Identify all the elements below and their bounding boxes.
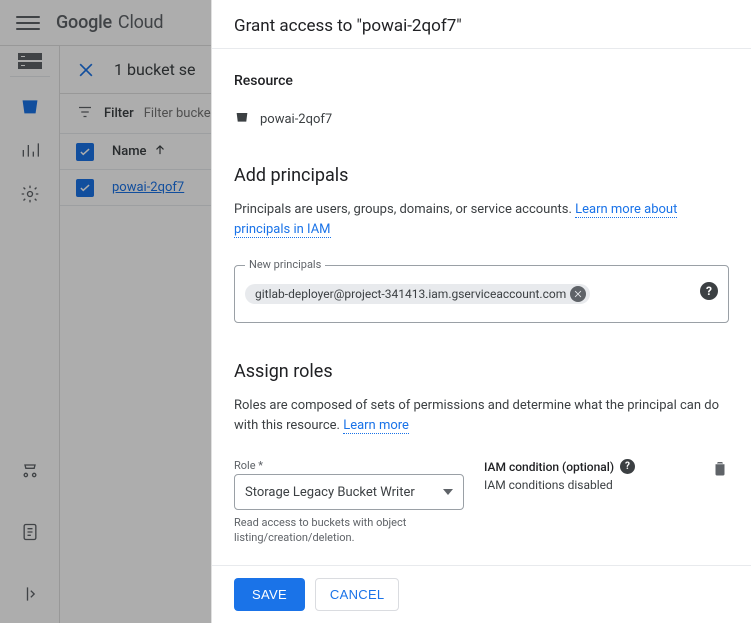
new-principals-label: New principals — [245, 258, 325, 271]
principal-chip: gitlab-deployer@project-341413.iam.gserv… — [245, 284, 590, 304]
chevron-down-icon — [443, 487, 453, 497]
assign-roles-heading: Assign roles — [234, 361, 729, 382]
add-principals-desc: Principals are users, groups, domains, o… — [234, 200, 729, 239]
condition-value: IAM conditions disabled — [484, 478, 691, 492]
grant-access-panel: Grant access to "powai-2qof7" Resource p… — [211, 0, 751, 623]
remove-chip-icon[interactable] — [570, 286, 586, 302]
learn-more-roles-link[interactable]: Learn more — [343, 418, 409, 434]
panel-title: Grant access to "powai-2qof7" — [212, 0, 751, 49]
role-select-value: Storage Legacy Bucket Writer — [245, 485, 415, 500]
resource-heading: Resource — [234, 73, 729, 89]
resource-name: powai-2qof7 — [260, 112, 332, 127]
principal-chip-text: gitlab-deployer@project-341413.iam.gserv… — [255, 287, 566, 301]
role-row: Role * Storage Legacy Bucket Writer Read… — [234, 459, 729, 546]
assign-roles-desc: Roles are composed of sets of permission… — [234, 396, 729, 435]
panel-footer: SAVE CANCEL — [212, 565, 751, 623]
new-principals-input[interactable]: New principals gitlab-deployer@project-3… — [234, 265, 729, 323]
resource-row: powai-2qof7 — [234, 109, 729, 129]
role-select[interactable]: Storage Legacy Bucket Writer — [234, 474, 464, 510]
delete-role-button[interactable] — [711, 459, 729, 481]
save-button[interactable]: SAVE — [234, 578, 305, 611]
condition-label: IAM condition (optional) — [484, 460, 614, 474]
bucket-icon — [234, 109, 250, 129]
role-label: Role * — [234, 459, 464, 472]
help-icon[interactable]: ? — [700, 282, 718, 300]
role-hint: Read access to buckets with object listi… — [234, 516, 464, 546]
cancel-button[interactable]: CANCEL — [315, 578, 400, 611]
help-icon[interactable]: ? — [620, 459, 635, 474]
add-principals-heading: Add principals — [234, 165, 729, 186]
